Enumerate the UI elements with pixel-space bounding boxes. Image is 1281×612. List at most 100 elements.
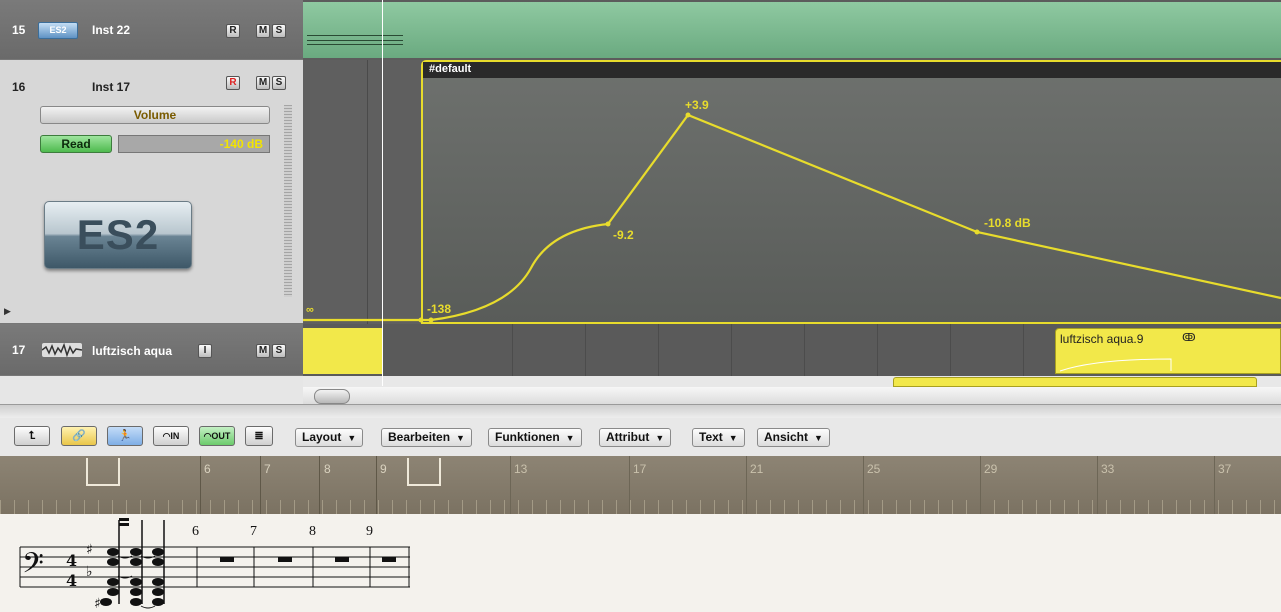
grid-line: [512, 324, 513, 376]
automation-label: -138: [427, 302, 452, 316]
bar-number: 37: [1218, 462, 1232, 476]
bar-line: [510, 456, 511, 514]
menu-label: Bearbeiten: [388, 430, 451, 444]
automation-node: [605, 221, 611, 227]
automation-label: +3.9: [685, 98, 709, 112]
list-icon: ≣: [254, 430, 264, 442]
measure-number: 6: [192, 524, 199, 539]
menu-ansicht[interactable]: Ansicht ▼: [757, 428, 830, 447]
bar-line: [746, 456, 747, 514]
up-arrow-icon: ⮤: [28, 430, 36, 442]
track-number: 15: [12, 23, 26, 37]
midi-out-button[interactable]: ◠OUT: [199, 426, 235, 446]
audio-waveform-icon: [41, 342, 83, 358]
grid-line: [658, 324, 659, 376]
parameter-label: Volume: [133, 108, 177, 122]
list-view-button[interactable]: ≣: [245, 426, 273, 446]
bar-line: [629, 456, 630, 514]
midi-in-button[interactable]: ◠IN: [153, 426, 189, 446]
solo-button[interactable]: S: [272, 24, 286, 38]
bar-number: 17: [633, 462, 647, 476]
menu-label: Funktionen: [495, 430, 560, 444]
track-header-16[interactable]: 16 Inst 17 R M S Volume Read -140 dB ES2…: [0, 60, 303, 324]
playhead[interactable]: [382, 0, 383, 386]
catch-button[interactable]: 🏃: [107, 426, 143, 446]
audio-region[interactable]: [303, 328, 383, 374]
automation-node: [685, 112, 691, 118]
catch-icon: 🏃: [118, 430, 132, 442]
mode-label: Read: [61, 137, 91, 151]
chevron-down-icon: ▼: [655, 433, 665, 443]
score-staff[interactable]: 𝄢 4 4 ♯ ♭ ♯: [0, 514, 460, 612]
automation-node: [418, 317, 424, 323]
record-button[interactable]: R: [226, 76, 240, 90]
automation-node: [974, 229, 980, 235]
automation-mode-button[interactable]: Read: [40, 135, 112, 153]
disclosure-triangle-icon[interactable]: ▶: [4, 306, 11, 317]
record-button[interactable]: R: [226, 24, 240, 38]
menu-funktionen[interactable]: Funktionen ▼: [488, 428, 582, 447]
menu-label: Ansicht: [764, 430, 809, 444]
level-meter: [284, 105, 292, 297]
menu-text[interactable]: Text ▼: [692, 428, 745, 447]
scrollbar-thumb[interactable]: [314, 389, 350, 404]
left-locator[interactable]: [86, 458, 120, 486]
horizontal-scrollbar[interactable]: [303, 387, 1281, 404]
menu-attribut[interactable]: Attribut ▼: [599, 428, 672, 447]
bar-line: [200, 456, 201, 514]
svg-text:♯: ♯: [86, 542, 93, 558]
track-header-15[interactable]: 15 ES2 Inst 22 R M S: [0, 0, 303, 60]
mute-button[interactable]: M: [256, 76, 270, 90]
svg-text:♭: ♭: [86, 564, 93, 580]
midi-out-icon: ◠OUT: [203, 431, 231, 441]
bar-line: [980, 456, 981, 514]
menu-label: Attribut: [606, 430, 650, 444]
solo-button[interactable]: S: [272, 344, 286, 358]
bar-line: [1214, 456, 1215, 514]
measure-number: 9: [366, 524, 373, 539]
bar-line: [863, 456, 864, 514]
partial-region: [893, 377, 1257, 387]
bar-line: [1097, 456, 1098, 514]
track-name[interactable]: luftzisch aqua: [92, 344, 172, 358]
right-locator[interactable]: [407, 458, 441, 486]
track-name[interactable]: Inst 22: [92, 23, 130, 37]
automation-parameter-menu[interactable]: Volume: [40, 106, 270, 124]
automation-node: [428, 317, 434, 323]
audio-region[interactable]: luftzisch aqua.9 ↂ: [1055, 328, 1281, 374]
solo-button[interactable]: S: [272, 76, 286, 90]
hierarchy-up-button[interactable]: ⮤: [14, 426, 50, 446]
window-splitter[interactable]: [0, 404, 1281, 419]
chevron-down-icon: ▼: [565, 433, 575, 443]
grid-line: [950, 324, 951, 376]
time-signature: 4: [66, 571, 77, 590]
bar-line: [319, 456, 320, 514]
bar-number: 33: [1101, 462, 1115, 476]
link-button[interactable]: 🔗: [61, 426, 97, 446]
input-monitor-button[interactable]: I: [198, 344, 212, 358]
bar-number: 25: [867, 462, 881, 476]
measure-number: 7: [250, 524, 257, 539]
bar-line: [376, 456, 377, 514]
mute-button[interactable]: M: [256, 24, 270, 38]
bar-number: 6: [204, 462, 211, 476]
bar-number: 8: [324, 462, 331, 476]
track-name[interactable]: Inst 17: [92, 80, 130, 94]
arrange-area[interactable]: #default ∞ -138 -9.2 +3.9 -10.8 dB luftz…: [303, 0, 1281, 404]
bar-number: 29: [984, 462, 998, 476]
menu-bearbeiten[interactable]: Bearbeiten ▼: [381, 428, 472, 447]
track-header-17[interactable]: 17 luftzisch aqua I M S: [0, 324, 303, 376]
bar-number: 9: [380, 462, 387, 476]
grid-line: [731, 324, 732, 376]
plugin-logo-text: ES2: [76, 211, 160, 258]
grid-line: [1023, 324, 1024, 376]
mute-button[interactable]: M: [256, 344, 270, 358]
chevron-down-icon: ▼: [456, 433, 465, 443]
midi-in-icon: ◠IN: [162, 431, 180, 441]
menu-layout[interactable]: Layout ▼: [295, 428, 364, 447]
value-label: -140 dB: [219, 137, 263, 151]
es2-plugin-logo[interactable]: ES2: [44, 201, 192, 269]
automation-label: -9.2: [613, 228, 634, 242]
automation-value-field[interactable]: -140 dB: [118, 135, 270, 153]
bar-number: 13: [514, 462, 528, 476]
